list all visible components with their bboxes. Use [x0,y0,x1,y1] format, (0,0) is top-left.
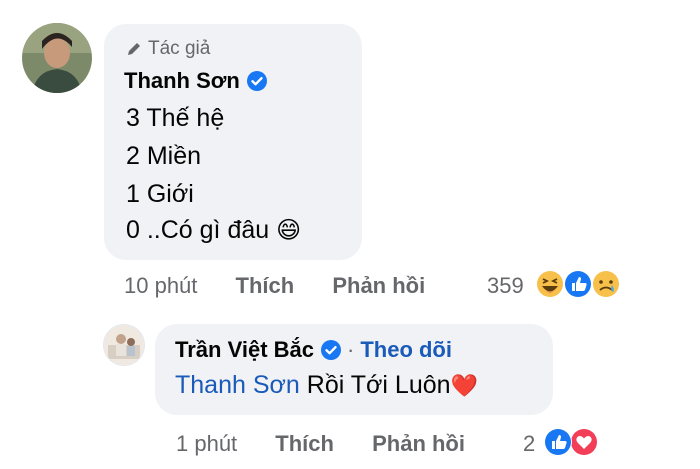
separator-dot: · [347,337,355,362]
reply-button[interactable]: Phản hồi [372,431,465,457]
haha-icon [536,270,564,298]
comment-text: Thanh Sơn Rồi Tới Luôn❤️ [175,371,478,400]
follow-button[interactable]: Theo dõi [360,337,452,363]
comment-line-1: 3 Thế hệ [126,104,225,132]
author-label-text: Tác giả [148,38,211,59]
comment-actions: 10 phút Thích Phản hồi [124,273,425,299]
commenter-name[interactable]: Trần Việt Bắc [175,337,314,363]
profile-photo [104,325,144,365]
pencil-icon [128,42,140,55]
grin-emoji: 😄 [276,217,302,244]
like-button[interactable]: Thích [236,273,295,299]
comment-bubble: Tác giả Thanh Sơn 3 Thế hệ 2 Miền 1 Giới… [104,24,362,260]
like-icon [544,428,572,456]
comment-line-2: 2 Miền [126,142,202,170]
comment-line-3: 1 Giới [126,180,194,208]
verified-badge-icon [321,340,341,360]
sad-icon [593,271,619,297]
author-badge: Tác giả [126,38,210,60]
like-button[interactable]: Thích [275,431,334,457]
heart-emoji: ❤️ [450,373,478,398]
reply-button[interactable]: Phản hồi [332,273,425,299]
verified-badge-icon [246,71,267,91]
comment-line-4: 0 ..Có gì đâu 😄 [126,216,301,245]
comment-bubble: Trần Việt Bắc · Theo dõi Thanh Sơn Rồi T… [155,324,553,415]
profile-photo [22,23,92,93]
avatar[interactable] [103,324,145,366]
comment-text-body: Rồi Tới Luôn [299,371,451,399]
avatar[interactable] [22,23,92,93]
reaction-icons[interactable] [536,268,624,300]
commenter-name[interactable]: Thanh Sơn [124,68,240,94]
love-icon [571,429,597,455]
comment-time[interactable]: 1 phút [176,431,237,457]
reaction-count[interactable]: 359 [487,273,524,299]
reaction-icons[interactable] [540,426,602,458]
comment-line-4-text: 0 ..Có gì đâu [126,216,270,244]
comment-actions: 1 phút Thích Phản hồi [176,431,465,457]
like-icon [564,270,592,298]
mention-link[interactable]: Thanh Sơn [175,371,300,399]
comment-time[interactable]: 10 phút [124,273,197,299]
reaction-count[interactable]: 2 [523,431,535,457]
